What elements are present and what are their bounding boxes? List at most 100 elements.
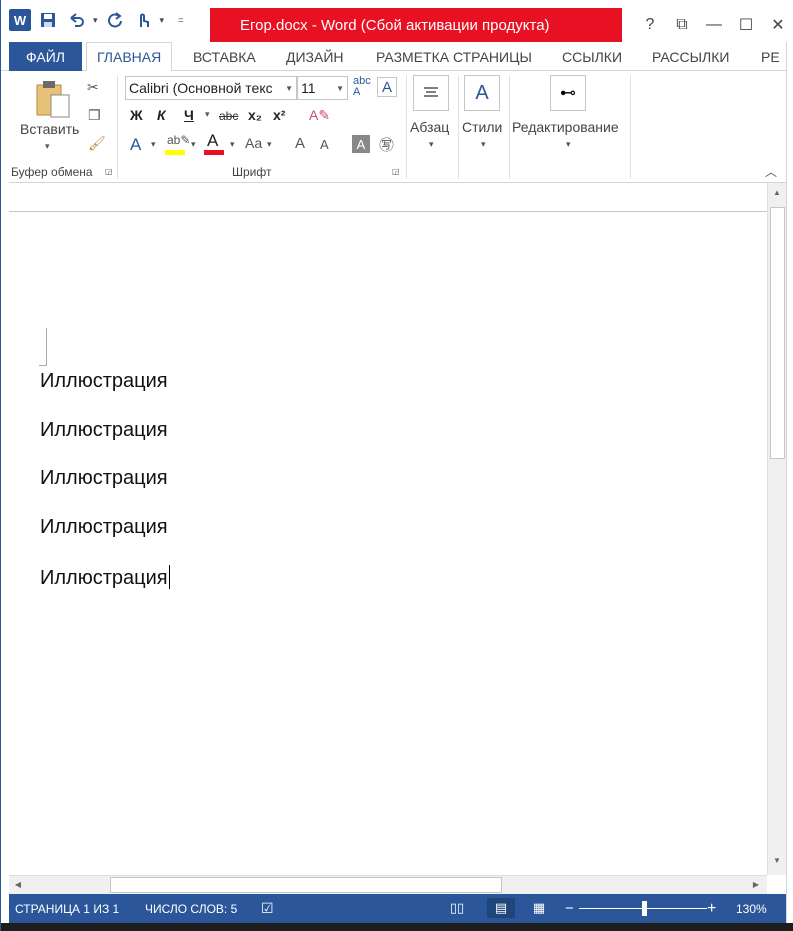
text-effects-icon[interactable]: A [130, 135, 141, 155]
vertical-scrollbar[interactable]: ▲ ▼ [767, 183, 786, 875]
paragraph-text: Иллюстрация [40, 567, 168, 589]
font-name-select[interactable]: Calibri (Основной текс ▼ [125, 76, 297, 100]
zoom-level[interactable]: 130% [736, 894, 767, 923]
chevron-down-icon: ▾ [566, 139, 571, 149]
grow-font-button[interactable]: A [295, 135, 305, 152]
collapse-ribbon-icon[interactable]: ︿ [765, 163, 777, 180]
touch-dropdown-icon[interactable]: ▾ [160, 15, 165, 26]
font-color-button[interactable]: A [204, 131, 226, 155]
paragraph-icon [413, 75, 449, 111]
undo-dropdown-icon[interactable]: ▾ [93, 15, 98, 26]
ribbon-tabs: ФАЙЛ ГЛАВНАЯ ВСТАВКА ДИЗАЙН РАЗМЕТКА СТР… [1, 42, 793, 72]
paragraph-line[interactable]: Иллюстрация [40, 516, 168, 539]
tab-references[interactable]: ССЫЛКИ [562, 42, 622, 71]
word-logo-icon[interactable]: W [9, 9, 31, 31]
enclose-characters-icon[interactable]: ㊢ [379, 134, 394, 155]
font-size-select[interactable]: 11 ▼ [297, 76, 348, 100]
tab-file[interactable]: ФАЙЛ [9, 42, 82, 71]
help-icon[interactable]: ? [634, 16, 666, 34]
underline-button[interactable]: Ч [184, 107, 194, 123]
styles-icon: A [464, 75, 500, 111]
window-right-edge [786, 42, 793, 923]
chevron-down-icon: ▼ [285, 83, 293, 93]
undo-icon[interactable] [65, 9, 87, 31]
ribbon: Вставить ▾ ✂ ❐ 🖌 Буфер обмена ◲ Calibri … [9, 71, 786, 183]
clipboard-launcher-icon[interactable]: ◲ [105, 167, 113, 176]
superscript-button[interactable]: x² [273, 107, 285, 123]
highlight-color-button[interactable]: ab✎ [165, 133, 190, 155]
document-page[interactable]: Иллюстрация Иллюстрация Иллюстрация Иллю… [9, 212, 767, 875]
tab-home[interactable]: ГЛАВНАЯ [86, 42, 173, 72]
highlight-dropdown-icon[interactable]: ▾ [191, 139, 196, 150]
close-icon[interactable]: ✕ [762, 15, 793, 35]
styles-label: Стили [462, 119, 503, 135]
horizontal-scroll-thumb[interactable] [110, 877, 502, 893]
text-effects-box-icon[interactable]: A [377, 77, 397, 97]
paragraph-line[interactable]: Иллюстрация [40, 419, 168, 442]
minimize-icon[interactable]: — [698, 16, 730, 34]
window-title: Егор.docx - Word (Сбой активации продукт… [210, 8, 622, 42]
zoom-out-button[interactable]: − [565, 894, 574, 923]
horizontal-scrollbar[interactable]: ◀ ▶ [9, 875, 767, 894]
underline-dropdown-icon[interactable]: ▾ [205, 109, 210, 120]
ribbon-display-icon[interactable]: ⧉ [666, 16, 698, 34]
tab-page-layout[interactable]: РАЗМЕТКА СТРАНИЦЫ [376, 42, 532, 71]
change-case-dropdown-icon[interactable]: ▾ [267, 139, 272, 150]
paste-dropdown-icon: ▾ [45, 141, 50, 151]
customize-icon[interactable]: = [178, 15, 183, 25]
ruler-area [9, 183, 767, 212]
paragraph-line-last[interactable]: Иллюстрация [40, 565, 170, 590]
subscript-button[interactable]: x₂ [248, 107, 262, 123]
separator [117, 75, 118, 179]
page-counter[interactable]: СТРАНИЦА 1 ИЗ 1 [15, 894, 119, 923]
proofing-icon[interactable]: ☑ [261, 894, 274, 923]
zoom-in-button[interactable]: + [707, 894, 716, 923]
read-mode-icon[interactable]: ▯▯ [447, 898, 467, 918]
scroll-right-icon[interactable]: ▶ [749, 878, 763, 892]
copy-icon[interactable]: ❐ [88, 107, 101, 124]
bold-button[interactable]: Ж [130, 107, 143, 123]
change-case-icon[interactable]: abc A [353, 76, 371, 98]
quick-access-toolbar: W ▾ ▾ = [9, 9, 183, 31]
redo-icon[interactable] [104, 9, 126, 31]
shrink-font-button[interactable]: A [320, 137, 329, 152]
character-shading-icon[interactable]: A [352, 135, 370, 153]
paste-button[interactable]: Вставить ▾ [19, 77, 83, 157]
font-color-dropdown-icon[interactable]: ▾ [230, 139, 235, 150]
paragraph-button[interactable]: Абзац ▾ [409, 73, 455, 157]
separator [509, 75, 510, 179]
save-icon[interactable] [37, 9, 59, 31]
text-cursor [168, 565, 170, 589]
binoculars-icon: ⊷ [550, 75, 586, 111]
tab-insert[interactable]: ВСТАВКА [193, 42, 256, 71]
editing-label: Редактирование [512, 119, 619, 135]
separator [630, 75, 631, 179]
scroll-up-icon[interactable]: ▲ [770, 185, 784, 201]
zoom-slider-thumb[interactable] [642, 901, 647, 916]
scroll-down-icon[interactable]: ▼ [770, 853, 784, 869]
font-color-swatch [204, 150, 224, 155]
font-name-value: Calibri (Основной текс [129, 80, 273, 96]
strikethrough-button[interactable]: abc [219, 109, 238, 123]
text-effects-dropdown-icon[interactable]: ▾ [151, 139, 156, 150]
tab-design[interactable]: ДИЗАЙН [286, 42, 344, 71]
format-painter-icon[interactable]: 🖌 [88, 135, 106, 152]
paragraph-line[interactable]: Иллюстрация [40, 467, 168, 490]
web-layout-icon[interactable]: ▦ [529, 898, 549, 918]
clear-formatting-icon[interactable]: A✎ [309, 107, 330, 124]
scroll-left-icon[interactable]: ◀ [11, 878, 25, 892]
styles-button[interactable]: A Стили ▾ [461, 73, 507, 157]
change-case-button[interactable]: Aa [245, 135, 262, 151]
paragraph-line[interactable]: Иллюстрация [40, 370, 168, 393]
tab-review[interactable]: РЕ [761, 42, 780, 71]
cut-icon[interactable]: ✂ [87, 79, 99, 96]
word-count[interactable]: ЧИСЛО СЛОВ: 5 [145, 894, 237, 923]
touch-mode-icon[interactable] [132, 9, 154, 31]
editing-button[interactable]: ⊷ Редактирование ▾ [512, 73, 630, 157]
font-launcher-icon[interactable]: ◲ [392, 167, 400, 176]
print-layout-icon[interactable]: ▤ [487, 898, 515, 918]
vertical-scroll-thumb[interactable] [770, 207, 785, 459]
italic-button[interactable]: К [157, 107, 166, 123]
tab-mailings[interactable]: РАССЫЛКИ [652, 42, 729, 71]
maximize-icon[interactable]: ☐ [730, 15, 762, 35]
